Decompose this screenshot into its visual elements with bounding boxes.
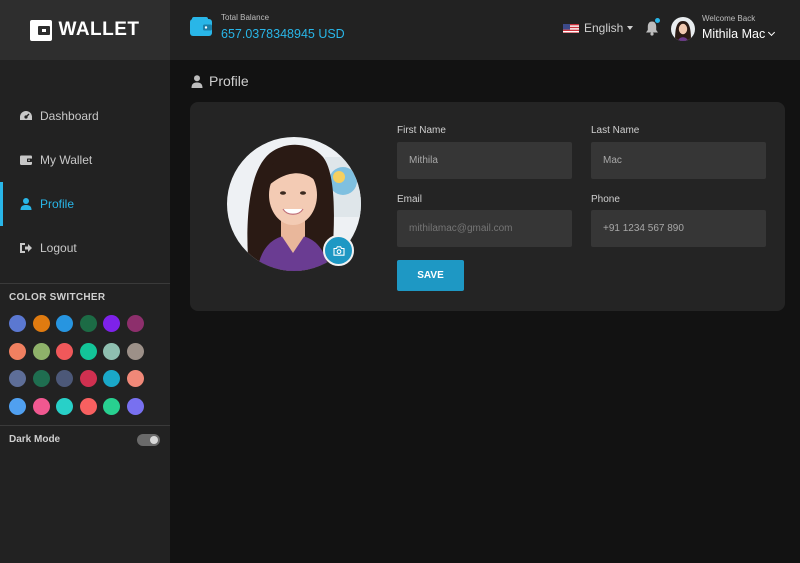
last-name-field[interactable]: [591, 142, 766, 179]
color-swatch[interactable]: [79, 342, 97, 360]
wallet-balance-icon: [190, 17, 212, 36]
sidebar: WALLET Dashboard My Wallet Profile Logou…: [0, 0, 170, 563]
phone-label: Phone: [591, 194, 620, 205]
first-name-field[interactable]: [397, 142, 572, 179]
color-swatch[interactable]: [103, 315, 121, 332]
notification-dot: [655, 18, 660, 23]
color-swatch[interactable]: [56, 315, 74, 332]
color-swatch[interactable]: [32, 315, 50, 332]
sidebar-item-label: Dashboard: [40, 109, 99, 123]
last-name-label: Last Name: [591, 125, 640, 136]
user-menu[interactable]: Mithila Mac: [702, 27, 776, 41]
profile-card: First Name Last Name Email Phone SAVE: [190, 102, 785, 311]
wallet-logo-icon: [30, 19, 53, 41]
save-button[interactable]: SAVE: [397, 260, 464, 291]
color-swatch[interactable]: [9, 342, 26, 360]
color-swatch[interactable]: [103, 370, 121, 387]
username: Mithila Mac: [702, 27, 766, 41]
color-swatch[interactable]: [32, 397, 50, 415]
language-selector[interactable]: English: [563, 21, 634, 35]
divider: [0, 283, 170, 284]
sidebar-item-logout[interactable]: Logout: [0, 226, 170, 270]
total-balance-label: Total Balance: [221, 13, 270, 22]
wallet-icon: [19, 153, 33, 167]
brand-name: WALLET: [58, 19, 140, 40]
sidebar-item-label: Logout: [40, 241, 77, 255]
dashboard-icon: [19, 109, 33, 123]
color-swatch[interactable]: [32, 370, 50, 387]
color-swatch[interactable]: [126, 315, 144, 332]
caret-down-icon: [627, 26, 634, 30]
user-icon: [191, 74, 203, 88]
avatar[interactable]: [671, 17, 695, 41]
sidebar-item-label: My Wallet: [40, 153, 93, 167]
page-title-text: Profile: [209, 73, 249, 89]
color-swatch[interactable]: [32, 342, 50, 360]
sidebar-item-dashboard[interactable]: Dashboard: [0, 94, 170, 138]
change-photo-button[interactable]: [323, 235, 354, 266]
dark-mode-label: Dark Mode: [9, 434, 61, 445]
user-icon: [19, 197, 33, 211]
language-label: English: [584, 21, 624, 35]
color-swatch[interactable]: [126, 370, 144, 387]
brand-logo[interactable]: WALLET: [0, 0, 170, 60]
color-swatch[interactable]: [56, 397, 74, 415]
color-swatch[interactable]: [79, 315, 97, 332]
color-swatch[interactable]: [79, 370, 97, 387]
sidebar-item-label: Profile: [40, 197, 75, 211]
sidebar-item-my-wallet[interactable]: My Wallet: [0, 138, 170, 182]
top-bar: Total Balance 657.0378348945 USD English: [170, 0, 800, 60]
notifications-button[interactable]: [645, 18, 660, 36]
color-swatch[interactable]: [56, 342, 74, 360]
color-swatch[interactable]: [103, 397, 121, 415]
color-swatch[interactable]: [126, 397, 144, 415]
email-field[interactable]: [397, 210, 572, 247]
color-switcher-title: COLOR SWITCHER: [9, 292, 106, 303]
color-swatch-grid: [9, 315, 144, 415]
phone-field[interactable]: [591, 210, 766, 247]
color-swatch[interactable]: [9, 370, 26, 387]
camera-icon: [332, 245, 345, 256]
first-name-label: First Name: [397, 125, 446, 136]
color-swatch[interactable]: [9, 315, 26, 332]
sidebar-nav: Dashboard My Wallet Profile Logout: [0, 94, 170, 270]
logout-icon: [19, 241, 33, 255]
email-label: Email: [397, 194, 423, 205]
chevron-down-icon: [768, 28, 776, 37]
color-swatch[interactable]: [126, 342, 144, 360]
page-title: Profile: [191, 73, 249, 89]
sidebar-item-profile[interactable]: Profile: [0, 182, 170, 226]
us-flag-icon: [563, 23, 579, 33]
divider: [0, 425, 170, 426]
welcome-text: Welcome Back: [702, 14, 756, 23]
toggle-knob: [150, 436, 158, 444]
color-swatch[interactable]: [9, 397, 26, 415]
color-swatch[interactable]: [103, 342, 121, 360]
color-swatch[interactable]: [56, 370, 74, 387]
color-swatch[interactable]: [79, 397, 97, 415]
total-balance-value: 657.0378348945 USD: [221, 27, 345, 41]
dark-mode-toggle[interactable]: [137, 434, 160, 446]
